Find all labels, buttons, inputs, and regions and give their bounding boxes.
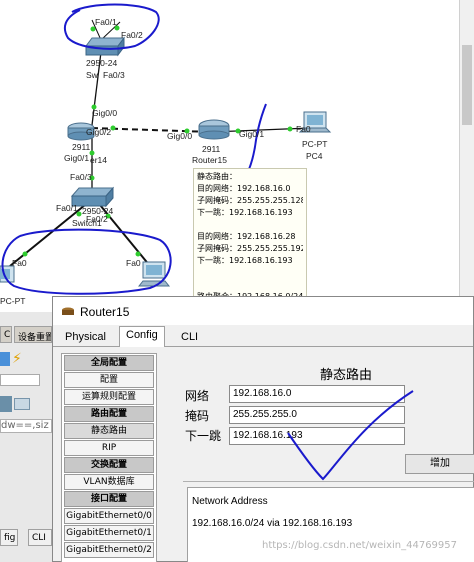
note-line: 下一跳：192.168.16.193	[197, 208, 293, 217]
note-line	[197, 267, 303, 279]
router15-window: Router15 Physical Config CLI 全局配置 配置 运算规则配…	[52, 296, 474, 562]
router-app-icon	[62, 307, 74, 315]
router15-icon	[198, 119, 230, 140]
note-line: 目的网络：192.168.16.0	[197, 184, 291, 193]
note-line: 下一跳：192.168.16.193	[197, 256, 293, 265]
route-list-row[interactable]: 192.168.16.0/24 via 192.168.16.193	[192, 518, 352, 529]
static-route-note: 静态路由： 目的网络：192.168.16.0 子网掩码：255.255.255.1…	[193, 168, 307, 313]
port-label: Fa0/2	[121, 30, 143, 40]
bg-search-field[interactable]: dw==,siz	[0, 419, 52, 433]
annotation-stroke	[245, 103, 267, 177]
lightning-icon: ⚡	[12, 351, 22, 367]
sidebar-category: 全局配置	[64, 355, 154, 371]
panel-title: 静态路由	[320, 368, 373, 383]
device-label: 2911	[202, 144, 221, 154]
config-sidebar: 全局配置 配置 运算规则配置 路由配置 静态路由 RIP 交换配置 VLAN数据库 接口配置 Gi…	[61, 353, 157, 562]
device-label: er14	[90, 155, 108, 165]
bg-tab-right[interactable]: C	[0, 326, 12, 343]
tab-physical[interactable]: Physical	[59, 329, 112, 347]
port-label: Gig0/0	[167, 131, 193, 141]
bg-toolbar-icon	[0, 352, 10, 366]
sidebar-item[interactable]: GigabitEthernet0/1	[64, 525, 154, 541]
network-label: 网络	[185, 389, 210, 403]
port-dot	[110, 125, 116, 131]
port-label: Fa0/3	[70, 172, 92, 182]
window-title: Router15	[80, 305, 130, 319]
switch1-icon	[70, 186, 115, 208]
device-label: PC-PT	[0, 296, 26, 306]
device-label: 2950-24	[86, 58, 118, 68]
device-label: PC4	[306, 151, 323, 161]
port-dot	[90, 26, 96, 32]
nexthop-label: 下一跳	[185, 429, 222, 443]
topology-canvas[interactable]: Fa0/1 Fa0/2 2950-24 Sw Fa0/3 Gig0/0 Gig0…	[0, 0, 474, 313]
note-line: 静态路由：	[197, 172, 237, 181]
port-label: Fa0	[296, 124, 311, 134]
scrollbar-thumb[interactable]	[462, 45, 472, 125]
device-label: Switch1	[72, 218, 102, 228]
tab-cli[interactable]: CLI	[175, 329, 204, 347]
bg-tab-fig[interactable]: fig	[0, 529, 18, 546]
annotation-checkmark	[287, 390, 414, 481]
note-line: 目的网络：192.168.16.28	[197, 232, 296, 241]
watermark: https://blog.csdn.net/weixin_44769957	[262, 540, 458, 551]
canvas-scrollbar[interactable]	[459, 0, 474, 300]
static-route-panel: 静态路由 网络 192.168.16.0 掩码 255.255.255.0 下一…	[175, 353, 474, 562]
port-label: Gig0/1	[239, 129, 265, 139]
bg-device-icon	[0, 396, 12, 412]
bg-device-icon	[14, 398, 30, 410]
device-label: 2911	[72, 142, 91, 152]
port-dot	[135, 251, 141, 257]
port-label: Fa0/1	[95, 17, 117, 27]
note-line: 子网掩码：255.255.255.192	[197, 244, 303, 253]
sidebar-item[interactable]: GigabitEthernet0/2	[64, 542, 154, 558]
port-label: Fa0/3	[103, 70, 125, 80]
sidebar-item[interactable]: 配置	[64, 372, 154, 388]
port-dot	[22, 251, 28, 257]
bg-input[interactable]	[0, 374, 40, 386]
port-label: Fa0	[126, 258, 141, 268]
tab-config[interactable]: Config	[119, 326, 165, 347]
note-line	[197, 279, 303, 291]
device-label: Sw	[86, 70, 98, 80]
window-titlebar[interactable]: Router15	[53, 297, 473, 325]
device-label: PC-PT	[302, 139, 328, 149]
note-line: 子网掩码：255.255.255.128	[197, 196, 303, 205]
sidebar-category: 接口配置	[64, 491, 154, 507]
sidebar-item[interactable]: GigabitEthernet0/0	[64, 508, 154, 524]
sidebar-category: 路由配置	[64, 406, 154, 422]
bg-tab-cli[interactable]: CLI	[28, 529, 52, 546]
window-tabs: Physical Config CLI	[53, 325, 473, 347]
sidebar-item[interactable]: 运算规则配置	[64, 389, 154, 405]
port-label: Fa0	[12, 258, 27, 268]
port-label: Gig0/1	[64, 153, 90, 163]
device-label: Router15	[192, 155, 227, 165]
port-label: Gig0/2	[86, 127, 112, 137]
sidebar-item[interactable]: RIP	[64, 440, 154, 456]
port-label: Gig0/0	[92, 108, 118, 118]
bg-tab-reset[interactable]: 设备重置	[14, 326, 52, 343]
note-line	[197, 219, 303, 231]
mask-label: 掩码	[185, 409, 210, 423]
port-dot	[287, 126, 293, 132]
sidebar-item[interactable]: VLAN数据库	[64, 474, 154, 490]
pc-right-icon	[137, 261, 171, 287]
sidebar-item[interactable]: 静态路由	[64, 423, 154, 439]
port-label: Fa0/1	[56, 203, 78, 213]
route-list-header: Network Address	[192, 496, 268, 507]
background-app-panel: C 设备重置 ⚡ dw==,siz fig CLI	[0, 312, 52, 562]
sidebar-category: 交换配置	[64, 457, 154, 473]
